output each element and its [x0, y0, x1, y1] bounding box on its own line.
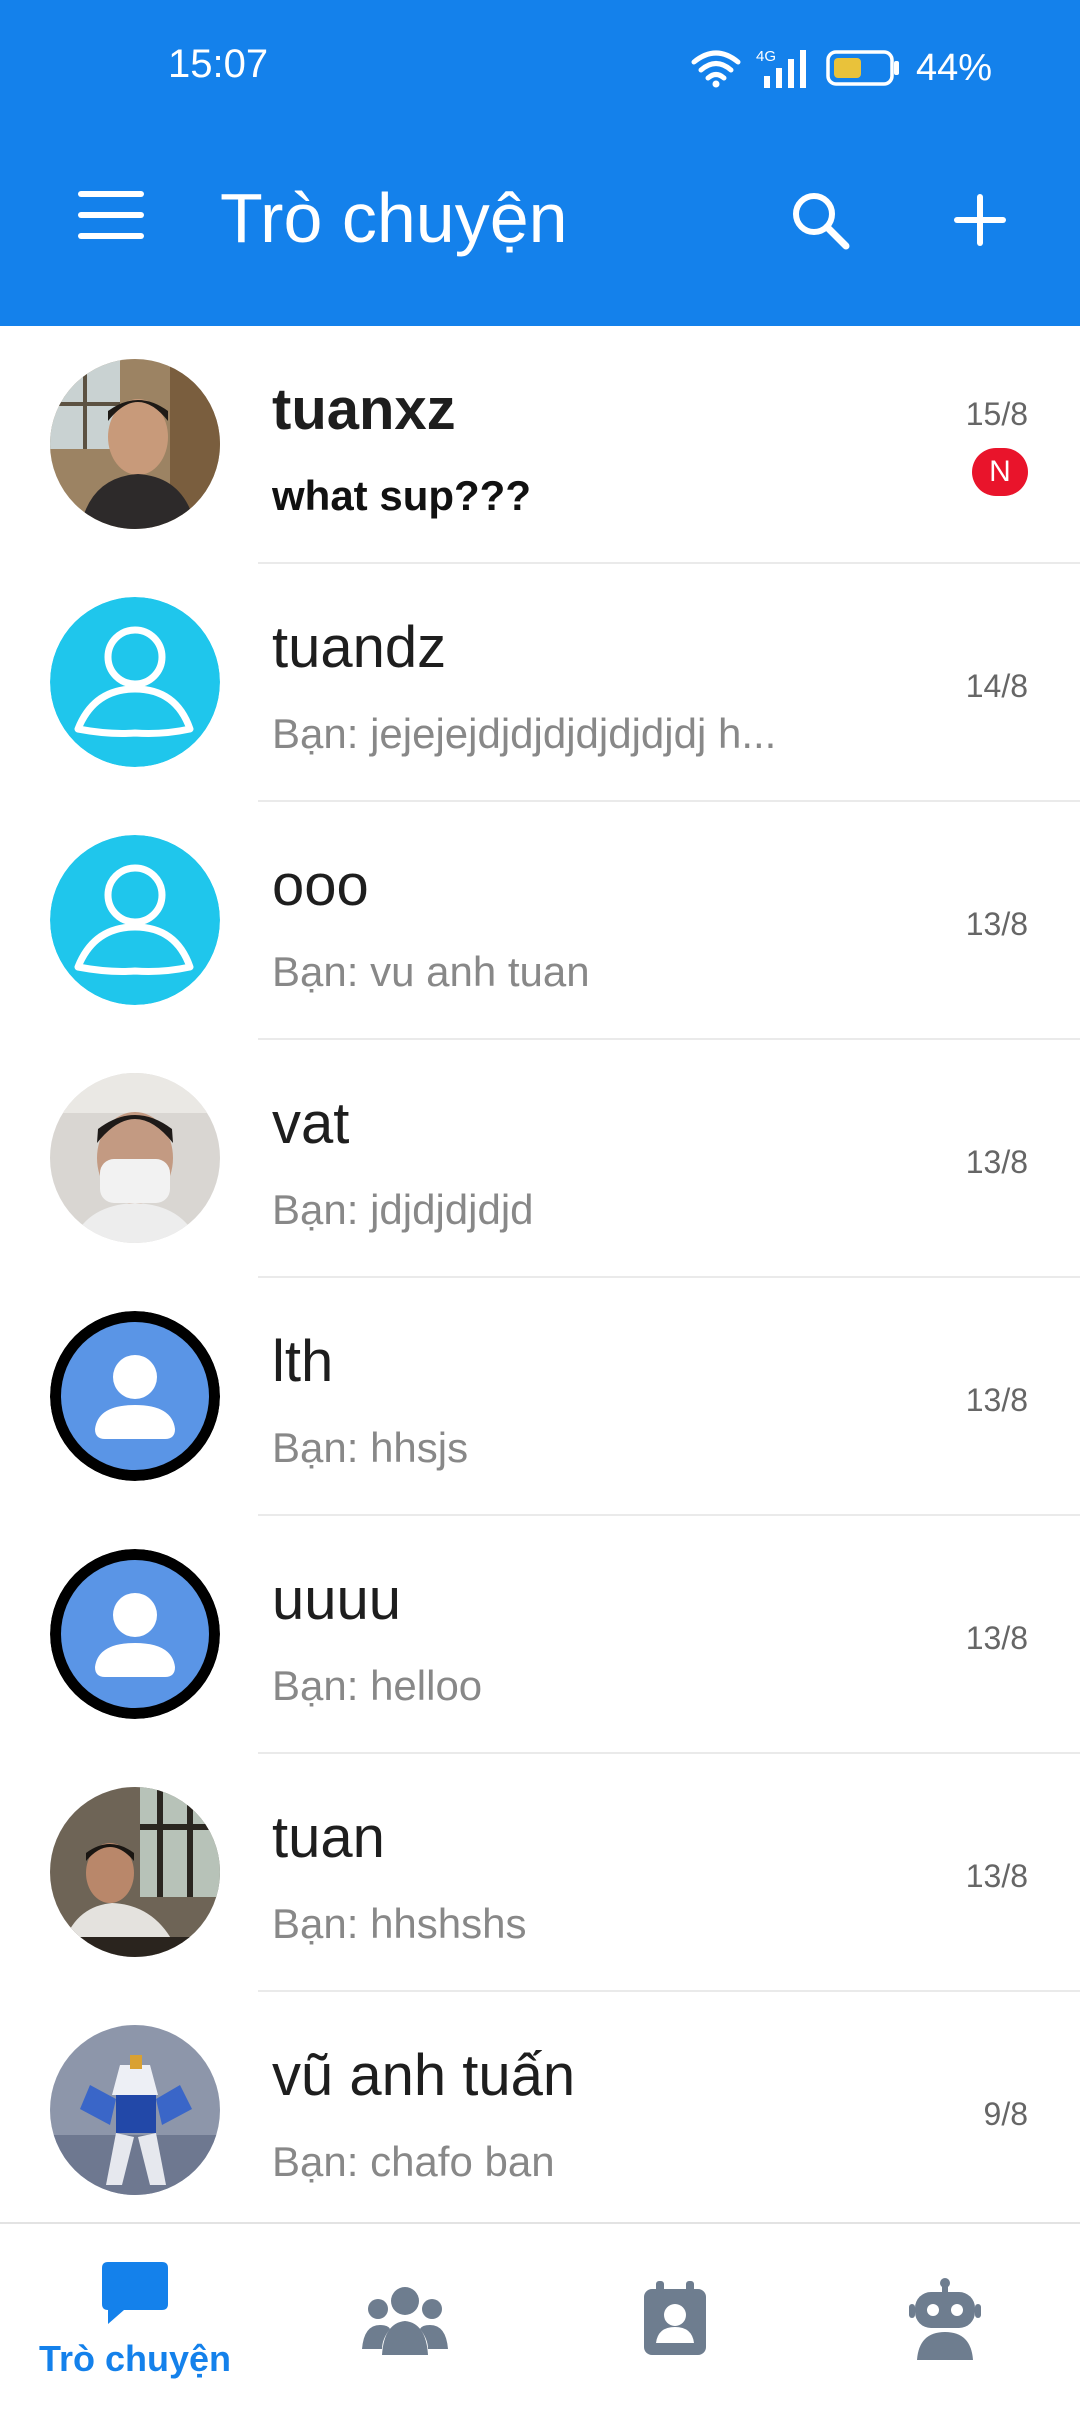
- conversation-list: tuanxz what sup??? 15/8 N tuandz Bạn: je…: [0, 326, 1080, 2230]
- avatar-photo: [50, 1787, 220, 1957]
- conversation-date: 13/8: [965, 1858, 1028, 1894]
- groups-icon: [362, 2287, 448, 2355]
- wifi-icon: [691, 50, 741, 88]
- conversation-row-vu-anh-tuan[interactable]: vũ anh tuấn Bạn: chafo ban 9/8: [0, 1992, 1080, 2230]
- chat-icon: [102, 2262, 168, 2324]
- search-button[interactable]: [780, 180, 860, 260]
- conversation-date: 9/8: [983, 2096, 1028, 2132]
- nav-label-chat: Trò chuyện: [38, 2338, 232, 2379]
- conversation-name: ooo: [272, 853, 369, 918]
- menu-button[interactable]: [70, 180, 152, 250]
- bottom-navigation: Trò chuyện: [0, 2222, 1080, 2412]
- conversation-preview: Bạn: vu anh tuan: [272, 948, 590, 995]
- signal-4g-icon: 4G: [756, 48, 806, 88]
- app-header: 15:07 4G 44% Trò chuyện: [0, 0, 1080, 326]
- conversation-preview: Bạn: hhshshs: [272, 1900, 527, 1947]
- conversation-row-ooo[interactable]: ooo Bạn: vu anh tuan 13/8: [0, 802, 1080, 1040]
- default-avatar-icon: [50, 597, 220, 767]
- nav-tab-chat[interactable]: Trò chuyện: [0, 2224, 270, 2412]
- contacts-icon: [644, 2281, 706, 2355]
- status-time: 15:07: [168, 42, 269, 86]
- conversation-preview: what sup???: [272, 472, 531, 519]
- new-badge: N: [972, 448, 1028, 496]
- hamburger-icon: [78, 191, 144, 239]
- nav-tab-contacts[interactable]: [540, 2224, 810, 2412]
- new-chat-button[interactable]: [940, 180, 1020, 260]
- battery-icon: [826, 50, 899, 86]
- conversation-name: tuan: [272, 1805, 385, 1870]
- conversation-row-lth[interactable]: lth Bạn: hhsjs 13/8: [0, 1278, 1080, 1516]
- conversation-name: vũ anh tuấn: [272, 2043, 576, 2108]
- default-avatar-icon: [50, 1549, 220, 1719]
- conversation-row-uuuu[interactable]: uuuu Bạn: helloo 13/8: [0, 1516, 1080, 1754]
- nav-tab-bot[interactable]: [810, 2224, 1080, 2412]
- conversation-name: vat: [272, 1091, 350, 1156]
- avatar-photo: [50, 1073, 220, 1243]
- conversation-name: tuandz: [272, 615, 447, 680]
- conversation-date: 13/8: [965, 1382, 1028, 1418]
- conversation-preview: Bạn: jdjdjdjdjd: [272, 1186, 534, 1233]
- default-avatar-icon: [50, 1311, 220, 1481]
- search-icon: [793, 193, 850, 250]
- conversation-row-tuanxz[interactable]: tuanxz what sup??? 15/8 N: [0, 326, 1080, 564]
- page-title: Trò chuyện: [220, 179, 568, 257]
- conversation-date: 14/8: [965, 668, 1028, 704]
- conversation-preview: Bạn: helloo: [272, 1662, 483, 1709]
- avatar-photo: [50, 359, 220, 529]
- conversation-date: 13/8: [965, 1144, 1028, 1180]
- plus-icon: [954, 194, 1006, 246]
- conversation-row-vat[interactable]: vat Bạn: jdjdjdjdjd 13/8: [0, 1040, 1080, 1278]
- conversation-date: 13/8: [965, 906, 1028, 942]
- conversation-preview: Bạn: jejejejdjdjdjdjdjdjdj h...: [272, 710, 777, 757]
- conversation-preview: Bạn: hhsjs: [272, 1424, 469, 1471]
- status-icons: 4G 44%: [690, 40, 992, 96]
- chat-list-screen: 15:07 4G 44% Trò chuyện tuanxz what sup?…: [0, 0, 1080, 2412]
- battery-percent: 44%: [915, 46, 992, 89]
- conversation-preview: Bạn: chafo ban: [272, 2138, 555, 2185]
- conversation-date: 15/8: [965, 396, 1028, 432]
- avatar-photo: [50, 2025, 220, 2195]
- conversation-name: tuanxz: [272, 377, 456, 442]
- conversation-row-tuan[interactable]: tuan Bạn: hhshshs 13/8: [0, 1754, 1080, 1992]
- conversation-name: lth: [272, 1329, 334, 1394]
- conversation-row-tuandz[interactable]: tuandz Bạn: jejejejdjdjdjdjdjdjdj h... 1…: [0, 564, 1080, 802]
- bot-icon: [909, 2278, 981, 2360]
- default-avatar-icon: [50, 835, 220, 1005]
- nav-tab-groups[interactable]: [270, 2224, 540, 2412]
- svg-text:4G: 4G: [756, 48, 776, 65]
- conversation-name: uuuu: [272, 1567, 402, 1632]
- conversation-date: 13/8: [965, 1620, 1028, 1656]
